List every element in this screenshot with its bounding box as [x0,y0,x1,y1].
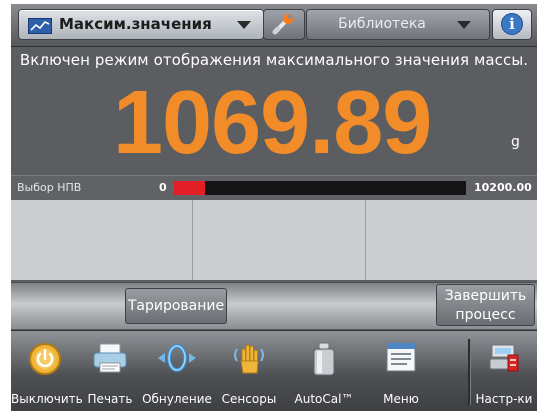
chevron-down-icon [237,21,251,29]
library-label: Библиотека [338,16,426,32]
reference-field-2[interactable] [193,200,366,280]
toolbar-item-autocal[interactable]: AutoCal™ [285,331,363,411]
toolbar-item-menu[interactable]: Меню [363,331,439,411]
tare-button[interactable]: Тарирование [125,288,227,324]
finish-process-button[interactable]: Завершить процесс [436,284,535,326]
top-bar: Максим.значения Библиотека i [11,4,537,47]
toolbar-label-print: Печать [87,392,133,406]
action-bar: Тарирование Завершить процесс [11,282,537,329]
reference-field-1[interactable] [11,200,193,280]
calibration-weight-icon [313,342,335,376]
zero-icon [158,344,196,372]
capacity-track [174,181,466,195]
library-dropdown[interactable]: Библиотека [307,10,489,39]
info-icon: i [501,13,523,35]
capacity-label: Выбор НПВ [17,181,82,194]
chevron-down-icon [457,21,471,29]
info-button[interactable]: i [493,10,531,39]
toolbar-label-zero: Обнуление [142,392,212,406]
printer-icon [93,343,127,373]
toolbar-label-sensors: Сенсоры [221,392,277,406]
toolbar-item-power[interactable]: Выключить [11,331,83,411]
wrench-icon [272,14,293,35]
weight-reading: 1069.89 [113,73,432,173]
capacity-fill [174,181,205,195]
capacity-max: 10200.00 [474,181,532,194]
power-icon [29,343,61,375]
settings-icon [489,344,519,372]
status-message: Включен режим отображения максимального … [19,51,529,69]
toolbar-item-settings[interactable]: Настр-ки [471,331,537,411]
bottom-toolbar: Выключить Печать Обнуление Сенсоры AutoC… [11,330,537,411]
weight-unit[interactable]: g [511,134,520,150]
toolbar-item-zero[interactable]: Обнуление [141,331,213,411]
finish-line-1: Завершить [444,288,527,304]
menu-icon [386,342,416,372]
capacity-bar-row: Выбор НПВ 0 10200.00 [11,175,537,201]
toolbar-item-print[interactable]: Печать [79,331,141,411]
capacity-min: 0 [159,181,167,194]
hand-sensor-icon [234,344,264,374]
toolbar-label-autocal: AutoCal™ [294,392,354,406]
application-settings-button[interactable] [264,10,304,39]
finish-line-2: процесс [455,307,516,323]
application-mode-label: Максим.значения [59,15,212,33]
peak-hold-app-icon [28,18,52,34]
toolbar-label-power: Выключить [11,392,83,406]
application-mode-dropdown[interactable]: Максим.значения [19,10,263,39]
reference-field-3[interactable] [366,200,537,280]
balance-screen: Максим.значения Библиотека i Включен реж… [11,4,537,411]
toolbar-item-sensors[interactable]: Сенсоры [213,331,285,411]
toolbar-label-settings: Настр-ки [475,392,533,406]
reference-fields-area [11,200,537,280]
toolbar-label-menu: Меню [383,392,419,406]
